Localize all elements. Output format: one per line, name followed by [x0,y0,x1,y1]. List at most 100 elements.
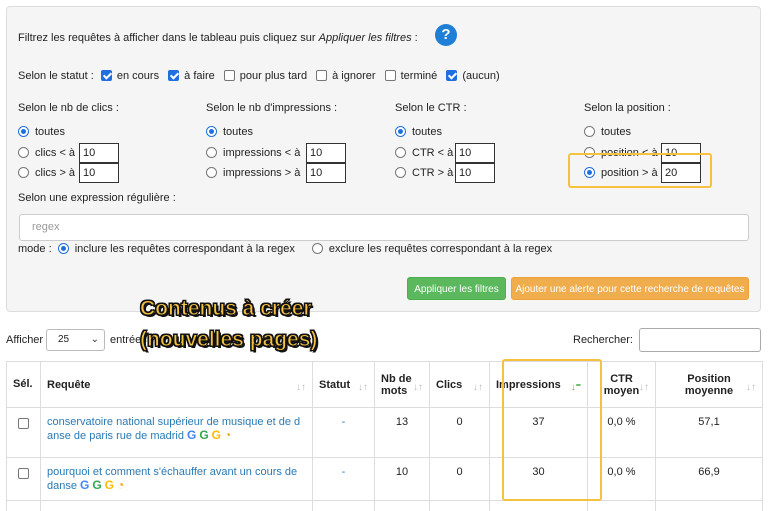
checkbox-unchecked-icon[interactable] [223,70,235,81]
radio-icon[interactable] [206,167,217,178]
option-label: toutes [223,126,253,138]
regex-input[interactable]: regex [19,214,749,241]
status-option-label: (aucun) [462,70,500,82]
query-link[interactable]: danse [47,480,77,492]
page-size-value: 25 [58,334,70,345]
impressions-lt-option[interactable]: impressions < à [206,147,300,159]
status-option-a-ignorer[interactable]: à ignorer [316,70,376,82]
ctr-gt-input[interactable]: 10 [455,163,495,183]
google-icon[interactable]: G [199,428,208,442]
radio-selected-icon[interactable] [18,126,29,137]
query-cell [40,500,313,511]
radio-icon[interactable] [584,126,595,137]
help-icon[interactable]: ? [435,24,457,46]
impressions-gt-input[interactable]: 10 [306,163,346,183]
col-status[interactable]: Statut ↓↑ [312,361,375,408]
pacman-icon[interactable]: ◔ [224,428,231,442]
checkbox-unchecked-icon[interactable] [384,70,396,81]
radio-selected-icon[interactable] [206,126,217,137]
row-select-cell [6,407,41,458]
google-icon[interactable]: G [212,428,221,442]
row-checkbox[interactable] [18,468,29,479]
ctr-all-option[interactable]: toutes [395,126,442,138]
add-alert-button[interactable]: Ajouter une alerte pour cette recherche … [511,277,749,300]
col-query[interactable]: Requête ↓↑ [40,361,313,408]
position-filter-label: Selon la position : [584,102,671,114]
ctr-lt-option[interactable]: CTR < à [395,147,453,159]
ctr-gt-option[interactable]: CTR > à [395,167,453,179]
regex-exclude-option[interactable]: exclure les requêtes correspondant à la … [311,243,552,255]
sort-icon[interactable]: ↓↑ [296,382,306,393]
query-link[interactable]: conservatoire national supérieur de musi… [47,416,306,428]
sort-icon[interactable]: ↓↑ [639,382,649,393]
status-option-termine[interactable]: terminé [384,70,437,82]
table-header-row: Sél. Requête ↓↑ Statut ↓↑ Nb de mots ↓↑ Clic… [6,361,763,408]
option-label: clics < à [35,147,76,159]
impressions-all-option[interactable]: toutes [206,126,253,138]
google-icon[interactable]: G [105,478,114,492]
radio-icon[interactable] [18,167,29,178]
col-position[interactable]: Position moyenne ↓↑ [655,361,763,408]
sort-icon[interactable]: ↓↑ [473,382,483,393]
apply-filters-button[interactable]: Appliquer les filtres [407,277,506,300]
checkbox-checked-icon[interactable] [100,70,112,81]
status-option-label: à faire [184,70,215,82]
radio-icon[interactable] [18,147,29,158]
checkbox-unchecked-icon[interactable] [316,70,328,81]
query-link[interactable]: pourquoi et comment s'échauffer avant un… [47,466,306,478]
google-icon[interactable]: G [92,478,101,492]
table-row: pourquoi et comment s'échauffer avant un… [6,457,763,501]
radio-selected-icon[interactable] [395,126,406,137]
status-option-pour-plus-tard[interactable]: pour plus tard [223,70,308,82]
position-cell: 57,1 [655,407,763,458]
position-highlight-box [568,153,712,188]
status-option-aucun[interactable]: (aucun) [446,70,500,82]
col-words[interactable]: Nb de mots ↓↑ [374,361,430,408]
option-label: CTR > à [412,167,454,179]
table-row [6,500,763,511]
checkbox-checked-icon[interactable] [168,70,180,81]
google-icon[interactable]: G [187,428,196,442]
status-option-label: pour plus tard [239,70,308,82]
page-size-select[interactable]: 25 ⌄ [46,329,105,351]
query-link[interactable]: anse de paris rue de madrid [47,430,184,442]
filters-intro: Filtrez les requêtes à afficher dans le … [18,32,418,44]
clicks-lt-option[interactable]: clics < à [18,147,75,159]
col-label: Clics [436,378,463,391]
clicks-gt-option[interactable]: clics > à [18,167,75,179]
radio-selected-icon[interactable] [57,243,69,254]
clicks-gt-input[interactable]: 10 [79,163,119,183]
google-icon[interactable]: G [80,478,89,492]
option-label: impressions < à [223,147,301,159]
ctr-cell [587,500,656,511]
row-checkbox[interactable] [18,418,29,429]
radio-icon[interactable] [395,167,406,178]
radio-icon[interactable] [206,147,217,158]
radio-icon[interactable] [395,147,406,158]
checkbox-checked-icon[interactable] [446,70,458,81]
clicks-lt-input[interactable]: 10 [79,143,119,163]
option-label: impressions > à [223,167,301,179]
radio-icon[interactable] [311,243,323,254]
pacman-icon[interactable]: ◔ [117,478,124,492]
search-input[interactable] [639,328,761,352]
status-option-a-faire[interactable]: à faire [168,70,215,82]
sort-icon[interactable]: ↓↑ [746,382,756,393]
regex-include-option[interactable]: inclure les requêtes correspondant à la … [57,243,295,255]
impressions-lt-input[interactable]: 10 [306,143,346,163]
sort-icon[interactable]: ↓↑ [413,382,423,393]
status-cell[interactable]: - [312,457,375,501]
ctr-lt-input[interactable]: 10 [455,143,495,163]
impressions-gt-option[interactable]: impressions > à [206,167,300,179]
col-sel[interactable]: Sél. [6,361,41,408]
position-cell [655,500,763,511]
status-option-label: à ignorer [332,70,376,82]
status-option-en-cours[interactable]: en cours [100,70,159,82]
sort-icon[interactable]: ↓↑ [358,382,368,393]
status-cell[interactable]: - [312,407,375,458]
col-label: Sél. [13,378,33,390]
status-cell [312,500,375,511]
col-clicks[interactable]: Clics ↓↑ [429,361,490,408]
clicks-all-option[interactable]: toutes [18,126,65,138]
position-all-option[interactable]: toutes [584,126,631,138]
